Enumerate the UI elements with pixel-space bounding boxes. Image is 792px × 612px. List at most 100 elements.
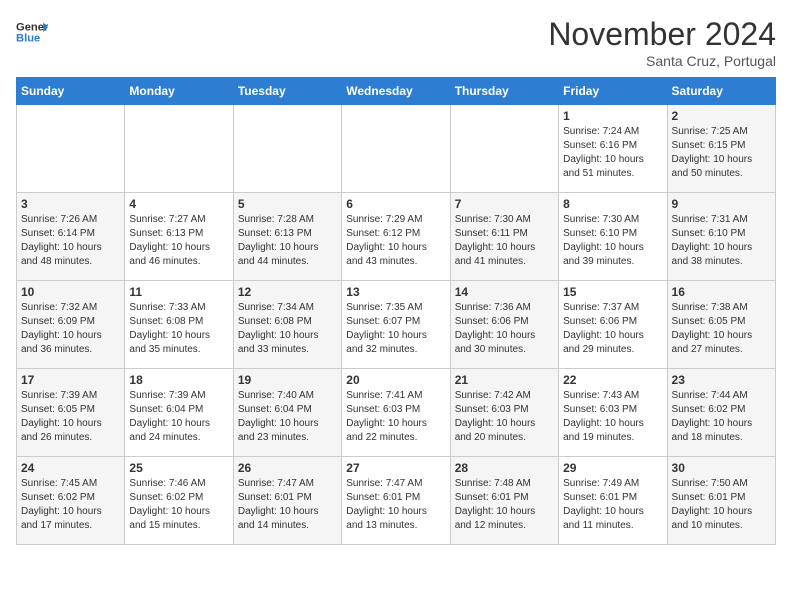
calendar-week-row: 24Sunrise: 7:45 AM Sunset: 6:02 PM Dayli…: [17, 457, 776, 545]
day-number: 18: [129, 373, 228, 387]
calendar-week-row: 10 Sunrise: 7:32 AM Sunset: 6:09 PM Dayli…: [17, 281, 776, 369]
day-of-week-header: Friday: [559, 78, 667, 105]
calendar-cell: 25Sunrise: 7:46 AM Sunset: 6:02 PM Dayli…: [125, 457, 233, 545]
day-of-week-header: Monday: [125, 78, 233, 105]
calendar-cell: [125, 105, 233, 193]
day-info: Sunrise: 7:48 AM Sunset: 6:01 PM Dayligh…: [455, 477, 554, 533]
day-number: 1: [563, 109, 662, 123]
calendar-cell: 29 Sunrise: 7:49 AM Sunset: 6:01 PM Dayli…: [559, 457, 667, 545]
calendar-cell: 18 Sunrise: 7:39 AM Sunset: 6:04 PM Dayli…: [125, 369, 233, 457]
location: Santa Cruz, Portugal: [548, 53, 776, 69]
calendar-cell: 9Sunrise: 7:31 AM Sunset: 6:10 PM Daylig…: [667, 193, 775, 281]
day-info: Sunrise: 7:30 AM Sunset: 6:11 PM Dayligh…: [455, 213, 554, 269]
day-info: Sunrise: 7:41 AM Sunset: 6:03 PM Dayligh…: [346, 389, 445, 445]
calendar-cell: [233, 105, 341, 193]
day-number: 27: [346, 461, 445, 475]
logo-icon: General Blue: [16, 16, 48, 48]
calendar-cell: [17, 105, 125, 193]
day-number: 2: [672, 109, 771, 123]
day-number: 8: [563, 197, 662, 211]
day-number: 26: [238, 461, 337, 475]
day-number: 24: [21, 461, 120, 475]
day-info: Sunrise: 7:39 AM Sunset: 6:05 PM Dayligh…: [21, 389, 120, 445]
day-info: Sunrise: 7:33 AM Sunset: 6:08 PM Dayligh…: [129, 301, 228, 357]
day-number: 7: [455, 197, 554, 211]
day-info: Sunrise: 7:44 AM Sunset: 6:02 PM Dayligh…: [672, 389, 771, 445]
calendar-cell: 7 Sunrise: 7:30 AM Sunset: 6:11 PM Daylig…: [450, 193, 558, 281]
calendar-cell: 30 Sunrise: 7:50 AM Sunset: 6:01 PM Dayli…: [667, 457, 775, 545]
day-info: Sunrise: 7:24 AM Sunset: 6:16 PM Dayligh…: [563, 125, 662, 181]
day-number: 6: [346, 197, 445, 211]
calendar-cell: 2 Sunrise: 7:25 AM Sunset: 6:15 PM Daylig…: [667, 105, 775, 193]
calendar-cell: 11 Sunrise: 7:33 AM Sunset: 6:08 PM Dayli…: [125, 281, 233, 369]
calendar-cell: 8 Sunrise: 7:30 AM Sunset: 6:10 PM Daylig…: [559, 193, 667, 281]
calendar-table: SundayMondayTuesdayWednesdayThursdayFrid…: [16, 77, 776, 545]
calendar-cell: 1 Sunrise: 7:24 AM Sunset: 6:16 PM Daylig…: [559, 105, 667, 193]
day-number: 30: [672, 461, 771, 475]
calendar-cell: 12 Sunrise: 7:34 AM Sunset: 6:08 PM Dayli…: [233, 281, 341, 369]
day-info: Sunrise: 7:32 AM Sunset: 6:09 PM Dayligh…: [21, 301, 120, 357]
day-number: 10: [21, 285, 120, 299]
day-info: Sunrise: 7:36 AM Sunset: 6:06 PM Dayligh…: [455, 301, 554, 357]
day-info: Sunrise: 7:27 AM Sunset: 6:13 PM Dayligh…: [129, 213, 228, 269]
day-number: 23: [672, 373, 771, 387]
day-number: 4: [129, 197, 228, 211]
day-number: 22: [563, 373, 662, 387]
day-info: Sunrise: 7:47 AM Sunset: 6:01 PM Dayligh…: [238, 477, 337, 533]
day-info: Sunrise: 7:28 AM Sunset: 6:13 PM Dayligh…: [238, 213, 337, 269]
day-info: Sunrise: 7:38 AM Sunset: 6:05 PM Dayligh…: [672, 301, 771, 357]
month-title: November 2024: [548, 16, 776, 53]
day-info: Sunrise: 7:34 AM Sunset: 6:08 PM Dayligh…: [238, 301, 337, 357]
svg-text:Blue: Blue: [16, 33, 40, 45]
day-of-week-header: Sunday: [17, 78, 125, 105]
calendar-cell: [450, 105, 558, 193]
day-info: Sunrise: 7:39 AM Sunset: 6:04 PM Dayligh…: [129, 389, 228, 445]
calendar-cell: 24Sunrise: 7:45 AM Sunset: 6:02 PM Dayli…: [17, 457, 125, 545]
day-number: 12: [238, 285, 337, 299]
day-info: Sunrise: 7:30 AM Sunset: 6:10 PM Dayligh…: [563, 213, 662, 269]
day-number: 5: [238, 197, 337, 211]
day-of-week-header: Saturday: [667, 78, 775, 105]
calendar-week-row: 3 Sunrise: 7:26 AM Sunset: 6:14 PM Daylig…: [17, 193, 776, 281]
day-number: 13: [346, 285, 445, 299]
calendar-cell: 15Sunrise: 7:37 AM Sunset: 6:06 PM Dayli…: [559, 281, 667, 369]
calendar-week-row: 17 Sunrise: 7:39 AM Sunset: 6:05 PM Dayli…: [17, 369, 776, 457]
calendar-cell: [342, 105, 450, 193]
calendar-week-row: 1 Sunrise: 7:24 AM Sunset: 6:16 PM Daylig…: [17, 105, 776, 193]
calendar-cell: 26 Sunrise: 7:47 AM Sunset: 6:01 PM Dayli…: [233, 457, 341, 545]
day-info: Sunrise: 7:40 AM Sunset: 6:04 PM Dayligh…: [238, 389, 337, 445]
day-number: 3: [21, 197, 120, 211]
day-info: Sunrise: 7:35 AM Sunset: 6:07 PM Dayligh…: [346, 301, 445, 357]
calendar-cell: 23 Sunrise: 7:44 AM Sunset: 6:02 PM Dayli…: [667, 369, 775, 457]
calendar-cell: 4 Sunrise: 7:27 AM Sunset: 6:13 PM Daylig…: [125, 193, 233, 281]
calendar-cell: 3 Sunrise: 7:26 AM Sunset: 6:14 PM Daylig…: [17, 193, 125, 281]
day-info: Sunrise: 7:42 AM Sunset: 6:03 PM Dayligh…: [455, 389, 554, 445]
calendar-cell: 16 Sunrise: 7:38 AM Sunset: 6:05 PM Dayli…: [667, 281, 775, 369]
calendar-cell: 17 Sunrise: 7:39 AM Sunset: 6:05 PM Dayli…: [17, 369, 125, 457]
day-number: 21: [455, 373, 554, 387]
day-number: 19: [238, 373, 337, 387]
day-info: Sunrise: 7:47 AM Sunset: 6:01 PM Dayligh…: [346, 477, 445, 533]
calendar-cell: 14 Sunrise: 7:36 AM Sunset: 6:06 PM Dayli…: [450, 281, 558, 369]
day-info: Sunrise: 7:26 AM Sunset: 6:14 PM Dayligh…: [21, 213, 120, 269]
day-info: Sunrise: 7:46 AM Sunset: 6:02 PM Dayligh…: [129, 477, 228, 533]
day-number: 14: [455, 285, 554, 299]
calendar-cell: 19 Sunrise: 7:40 AM Sunset: 6:04 PM Dayli…: [233, 369, 341, 457]
title-area: November 2024 Santa Cruz, Portugal: [548, 16, 776, 69]
day-info: Sunrise: 7:49 AM Sunset: 6:01 PM Dayligh…: [563, 477, 662, 533]
day-number: 29: [563, 461, 662, 475]
day-number: 16: [672, 285, 771, 299]
day-number: 17: [21, 373, 120, 387]
calendar-cell: 6Sunrise: 7:29 AM Sunset: 6:12 PM Daylig…: [342, 193, 450, 281]
day-number: 11: [129, 285, 228, 299]
page-header: General Blue November 2024 Santa Cruz, P…: [16, 16, 776, 69]
day-number: 20: [346, 373, 445, 387]
day-number: 28: [455, 461, 554, 475]
day-info: Sunrise: 7:25 AM Sunset: 6:15 PM Dayligh…: [672, 125, 771, 181]
logo: General Blue: [16, 16, 48, 48]
day-info: Sunrise: 7:50 AM Sunset: 6:01 PM Dayligh…: [672, 477, 771, 533]
day-number: 9: [672, 197, 771, 211]
day-number: 15: [563, 285, 662, 299]
calendar-cell: 13 Sunrise: 7:35 AM Sunset: 6:07 PM Dayli…: [342, 281, 450, 369]
calendar-cell: 5 Sunrise: 7:28 AM Sunset: 6:13 PM Daylig…: [233, 193, 341, 281]
